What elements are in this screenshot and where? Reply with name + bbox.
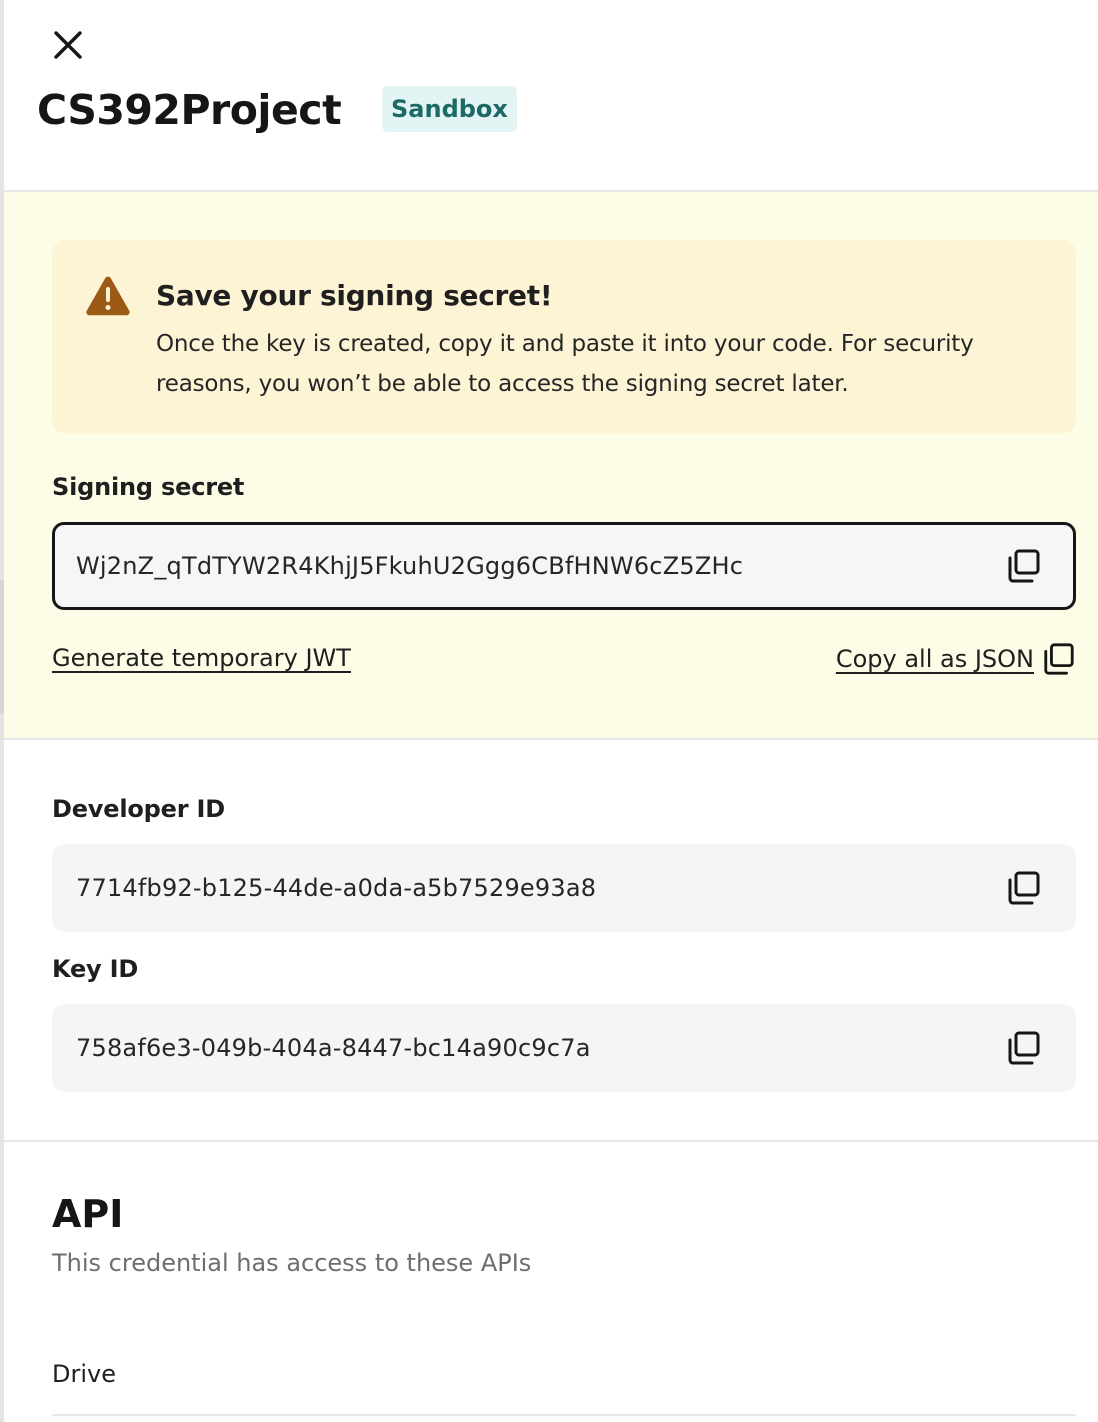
- credential-page: CS392Project Sandbox Save your signing s…: [0, 0, 1098, 1422]
- warning-title: Save your signing secret!: [156, 279, 553, 312]
- api-heading: API: [52, 1192, 124, 1236]
- api-list-item: Drive: [52, 1360, 116, 1388]
- copy-icon: [1008, 549, 1040, 583]
- signing-secret-field[interactable]: Wj2nZ_qTdTYW2R4KhjJ5FkuhU2Ggg6CBfHNW6cZ5…: [52, 522, 1076, 610]
- warning-icon: [86, 276, 130, 316]
- warning-message: Once the key is created, copy it and pas…: [156, 331, 974, 397]
- api-section-divider: [4, 1140, 1098, 1142]
- developer-id-label: Developer ID: [52, 795, 225, 823]
- copy-all-json-link[interactable]: Copy all as JSON: [836, 643, 1034, 675]
- copy-developer-id-button[interactable]: [1006, 870, 1042, 906]
- developer-id-value[interactable]: 7714fb92-b125-44de-a0da-a5b7529e93a8: [76, 844, 596, 932]
- copy-icon: [1008, 1031, 1040, 1065]
- generate-jwt-link[interactable]: Generate temporary JWT: [52, 642, 351, 674]
- copy-key-id-button[interactable]: [1006, 1030, 1042, 1066]
- api-list-divider: [52, 1414, 1076, 1416]
- copy-icon: [1044, 643, 1074, 675]
- environment-badge: Sandbox: [382, 86, 517, 132]
- signing-secret-section: Save your signing secret! Once the key i…: [4, 192, 1098, 740]
- copy-all-json-button[interactable]: Copy all as JSON: [836, 641, 1076, 677]
- copy-signing-secret-button[interactable]: [1006, 548, 1042, 584]
- close-button[interactable]: [50, 26, 86, 64]
- credential-drawer: CS392Project Sandbox Save your signing s…: [4, 0, 1098, 1422]
- api-subtitle: This credential has access to these APIs: [52, 1249, 532, 1277]
- signing-secret-value[interactable]: Wj2nZ_qTdTYW2R4KhjJ5FkuhU2Ggg6CBfHNW6cZ5…: [76, 525, 743, 607]
- developer-id-field[interactable]: 7714fb92-b125-44de-a0da-a5b7529e93a8: [52, 844, 1076, 932]
- key-id-field[interactable]: 758af6e3-049b-404a-8447-bc14a90c9c7a: [52, 1004, 1076, 1092]
- key-id-label: Key ID: [52, 955, 139, 983]
- close-icon: [54, 31, 82, 59]
- signing-secret-label: Signing secret: [52, 473, 245, 501]
- warning-banner: Save your signing secret! Once the key i…: [52, 240, 1076, 434]
- page-title: CS392Project: [37, 86, 342, 134]
- copy-icon: [1008, 871, 1040, 905]
- key-id-value[interactable]: 758af6e3-049b-404a-8447-bc14a90c9c7a: [76, 1004, 591, 1092]
